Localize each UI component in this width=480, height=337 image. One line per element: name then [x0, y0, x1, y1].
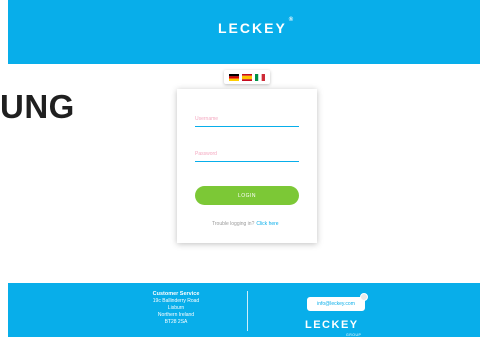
language-selector: [224, 70, 270, 84]
address-line: BT28 2SA: [164, 319, 188, 325]
email-button[interactable]: info@leckey.com: [307, 297, 365, 311]
italian-flag-icon[interactable]: [255, 73, 266, 81]
spanish-flag-icon[interactable]: [241, 73, 252, 81]
trouble-login-text: Trouble logging in? Click here: [212, 221, 279, 227]
login-button[interactable]: LOGIN: [195, 186, 299, 205]
registered-mark: ®: [288, 17, 294, 23]
trouble-label: Trouble logging in?: [212, 221, 255, 227]
footer-bar: Customer Service 19c Ballinderry Road Li…: [8, 283, 480, 337]
german-flag-icon[interactable]: [228, 73, 239, 81]
customer-service-block: Customer Service 19c Ballinderry Road Li…: [108, 291, 244, 326]
mail-icon: [360, 293, 368, 301]
address-line: Lisburn: [167, 305, 185, 311]
footer-group-label: GROUP: [346, 333, 362, 337]
username-input[interactable]: [195, 111, 299, 127]
address-line: Northern Ireland: [157, 312, 195, 318]
footer-logo: LECKEY: [305, 319, 359, 331]
customer-service-title: Customer Service: [152, 291, 200, 297]
footer-divider: [247, 291, 248, 331]
header-logo: LECKEY ®: [218, 17, 293, 36]
password-input[interactable]: [195, 146, 299, 162]
header-bar: LECKEY ®: [8, 0, 480, 64]
click-here-link[interactable]: Click here: [256, 221, 278, 227]
page-headline: UNG: [0, 88, 75, 125]
address-line: 19c Ballinderry Road: [152, 298, 200, 304]
header-logo-text: LECKEY: [218, 20, 287, 36]
